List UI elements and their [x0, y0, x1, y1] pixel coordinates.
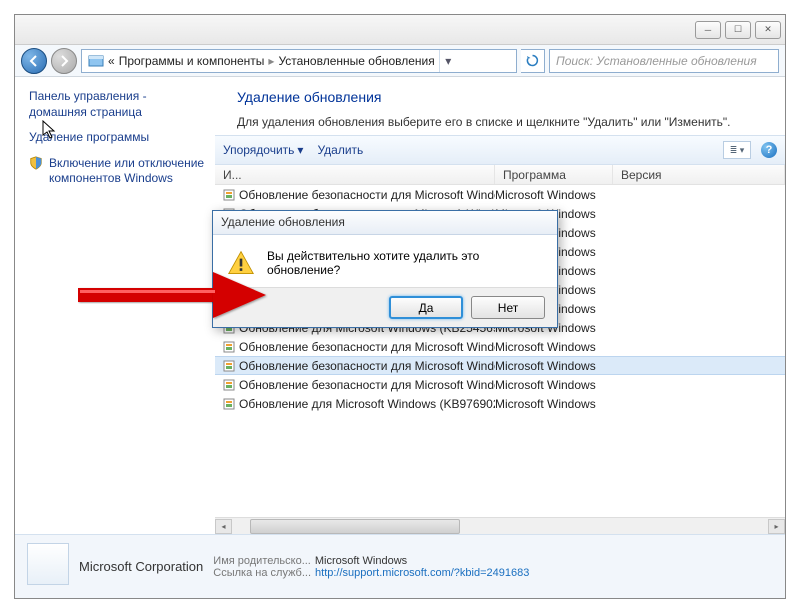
organize-menu[interactable]: Упорядочить ▾ [223, 143, 303, 157]
parent-label: Имя родительско... [213, 555, 311, 567]
list-item[interactable]: Обновление безопасности для Microsoft Wi… [215, 375, 785, 394]
breadcrumb-prefix: « [108, 54, 115, 68]
dialog-buttons: Да Нет [213, 287, 557, 327]
page-subtitle: Для удаления обновления выберите его в с… [237, 115, 785, 129]
forward-button[interactable] [51, 48, 77, 74]
sidebar-features-label: Включение или отключение компонентов Win… [49, 156, 205, 187]
link-label: Ссылка на служб... [213, 567, 311, 579]
parent-value: Microsoft Windows [315, 555, 407, 567]
warning-icon [227, 249, 255, 277]
page-title: Удаление обновления [237, 89, 785, 105]
close-button[interactable]: ✕ [755, 21, 781, 39]
view-button[interactable]: ≣ ▾ [723, 141, 751, 159]
yes-button[interactable]: Да [389, 296, 463, 319]
help-button[interactable]: ? [761, 142, 777, 158]
sidebar-uninstall-link[interactable]: Удаление программы [29, 130, 205, 146]
search-placeholder: Поиск: Установленные обновления [556, 54, 757, 68]
breadcrumb-seg1[interactable]: Программы и компоненты [119, 54, 265, 68]
delete-button[interactable]: Удалить [317, 143, 363, 157]
details-pane: Microsoft Corporation Имя родительско...… [15, 534, 785, 598]
breadcrumb-dropdown[interactable]: ▾ [439, 50, 457, 72]
confirm-dialog: Удаление обновления Вы действительно хот… [212, 210, 558, 328]
sidebar: Панель управления - домашняя страница Уд… [15, 77, 215, 534]
list-item[interactable]: Обновление для Microsoft Windows (KB9769… [215, 394, 785, 413]
support-link[interactable]: http://support.microsoft.com/?kbid=24916… [315, 567, 529, 579]
chevron-down-icon: ▾ [297, 143, 303, 157]
chevron-right-icon: ▸ [268, 54, 274, 68]
toolbar: Упорядочить ▾ Удалить ≣ ▾ ? [215, 135, 785, 165]
arrow-right-icon [58, 55, 70, 67]
breadcrumb-seg2[interactable]: Установленные обновления [278, 54, 434, 68]
titlebar: ─ ☐ ✕ [15, 15, 785, 45]
minimize-button[interactable]: ─ [695, 21, 721, 39]
column-headers: И... Программа Версия [215, 165, 785, 185]
control-panel-icon [88, 53, 104, 69]
dialog-message: Вы действительно хотите удалить это обно… [267, 249, 543, 277]
scroll-right-button[interactable]: ▸ [768, 519, 785, 534]
scroll-left-button[interactable]: ◂ [215, 519, 232, 534]
sidebar-features-link[interactable]: Включение или отключение компонентов Win… [29, 156, 205, 187]
list-item[interactable]: Обновление безопасности для Microsoft Wi… [215, 185, 785, 204]
list-item[interactable]: Обновление безопасности для Microsoft Wi… [215, 356, 785, 375]
horizontal-scrollbar[interactable]: ◂ ▸ [215, 517, 785, 534]
maximize-button[interactable]: ☐ [725, 21, 751, 39]
scroll-thumb[interactable] [250, 519, 460, 534]
details-thumbnail [27, 543, 69, 585]
back-button[interactable] [21, 48, 47, 74]
arrow-left-icon [28, 55, 40, 67]
organize-label: Упорядочить [223, 143, 294, 157]
search-input[interactable]: Поиск: Установленные обновления [549, 49, 779, 73]
sidebar-home-link[interactable]: Панель управления - домашняя страница [29, 89, 205, 120]
refresh-icon [526, 54, 539, 67]
dialog-title: Удаление обновления [213, 211, 557, 235]
address-bar: « Программы и компоненты ▸ Установленные… [15, 45, 785, 77]
shield-icon [29, 156, 43, 170]
heading: Удаление обновления Для удаления обновле… [215, 77, 785, 135]
list-item[interactable]: Обновление безопасности для Microsoft Wi… [215, 337, 785, 356]
column-version[interactable]: Версия [613, 165, 785, 184]
details-vendor: Microsoft Corporation [79, 559, 203, 574]
column-program[interactable]: Программа [495, 165, 613, 184]
breadcrumb[interactable]: « Программы и компоненты ▸ Установленные… [81, 49, 517, 73]
dialog-body: Вы действительно хотите удалить это обно… [213, 235, 557, 287]
no-button[interactable]: Нет [471, 296, 545, 319]
refresh-button[interactable] [521, 49, 545, 73]
column-name[interactable]: И... [215, 165, 495, 184]
